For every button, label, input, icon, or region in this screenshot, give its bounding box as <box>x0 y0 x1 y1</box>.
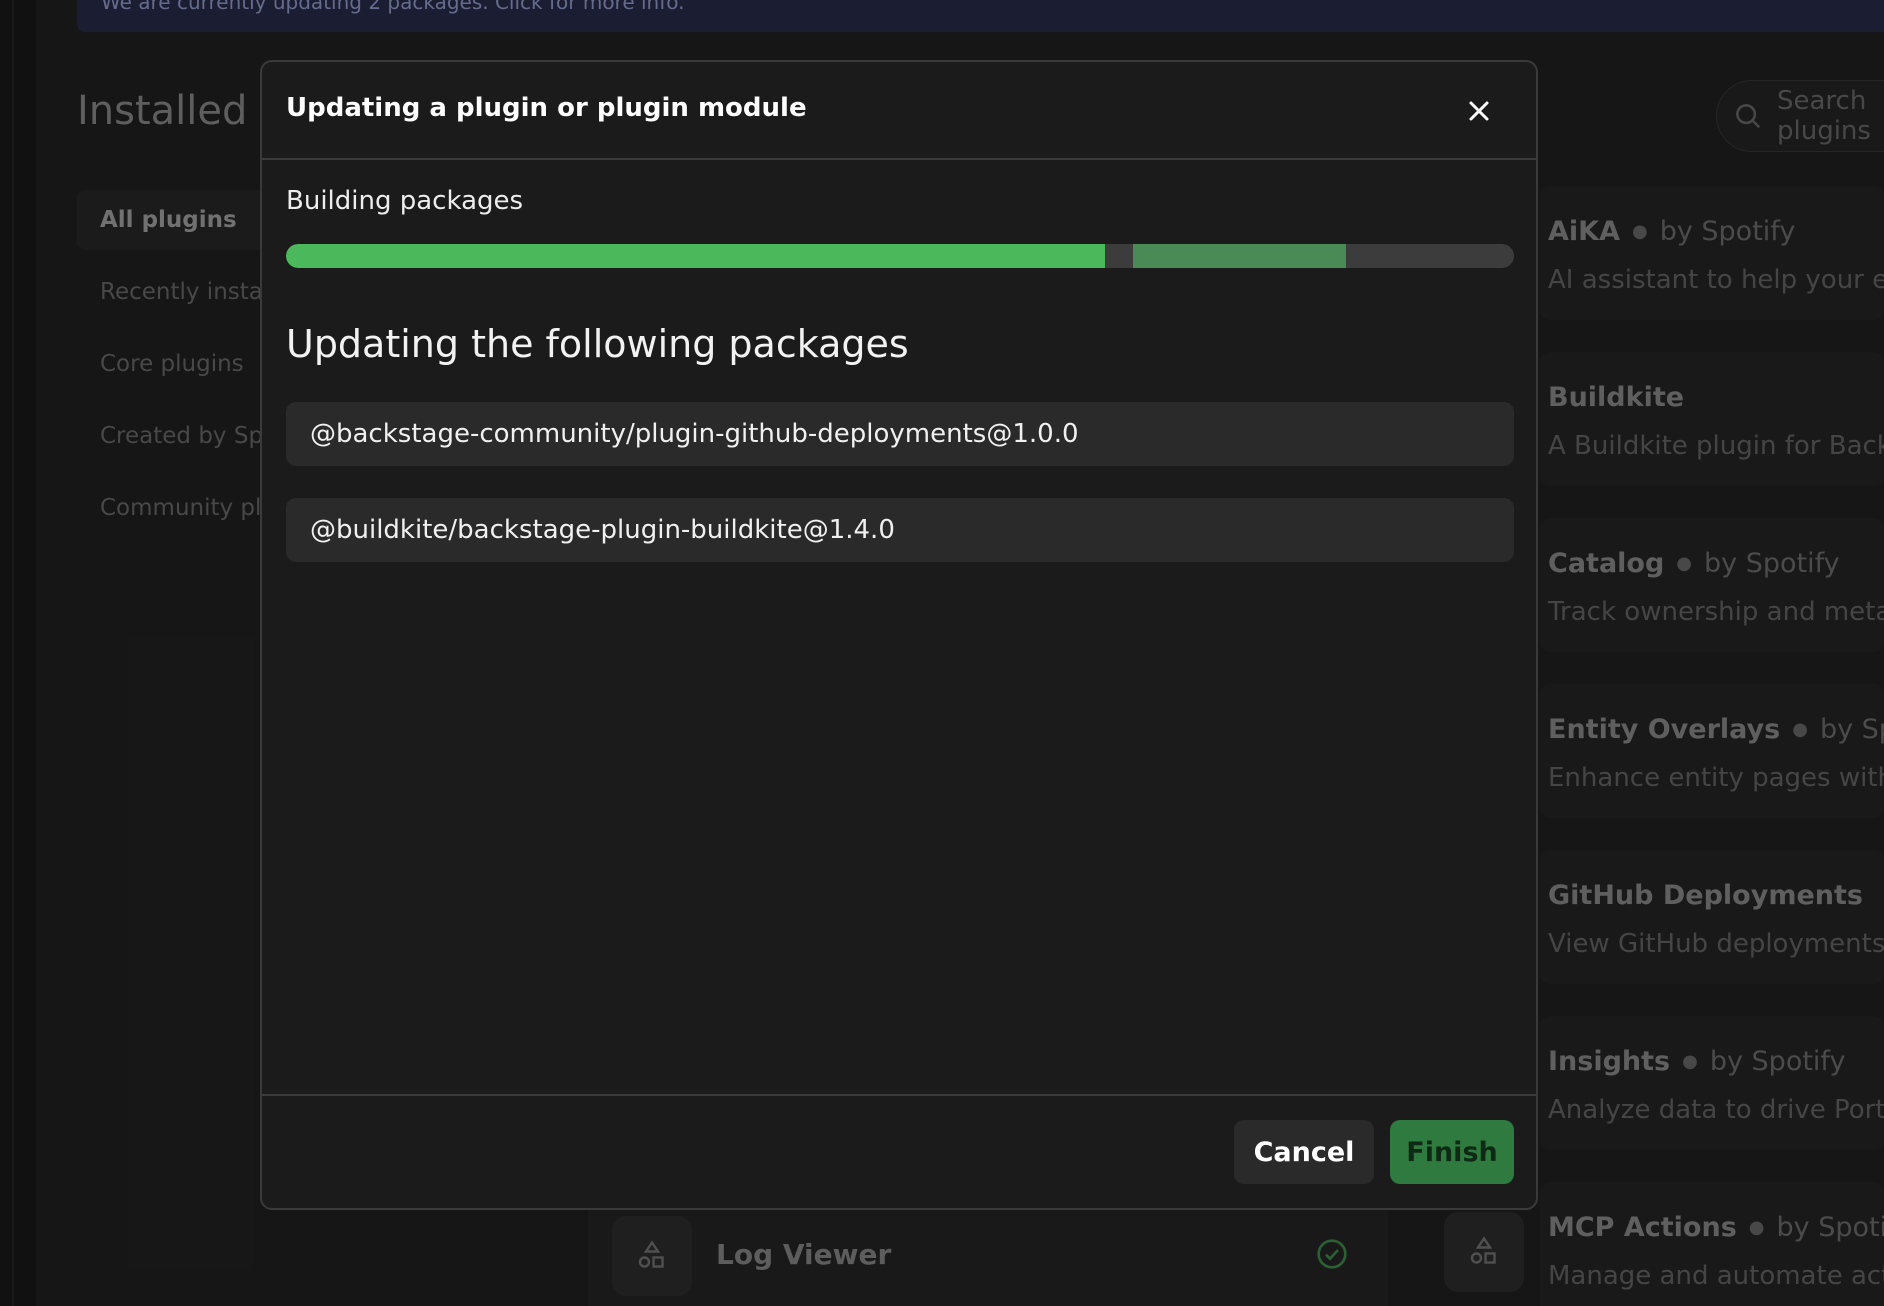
packages-heading: Updating the following packages <box>286 322 909 366</box>
close-button[interactable] <box>1462 94 1496 128</box>
cancel-button[interactable]: Cancel <box>1234 1120 1374 1184</box>
finish-button[interactable]: Finish <box>1390 1120 1514 1184</box>
dialog-header: Updating a plugin or plugin module <box>262 62 1536 160</box>
dialog-footer: Cancel Finish <box>262 1094 1536 1208</box>
close-icon <box>1469 101 1489 121</box>
dialog-body: Building packages Updating the following… <box>286 186 1514 562</box>
progress-bar <box>286 244 1514 268</box>
progress-fill-primary <box>286 244 1106 268</box>
package-item: @backstage-community/plugin-github-deplo… <box>286 402 1514 466</box>
dialog-title: Updating a plugin or plugin module <box>286 93 807 123</box>
progress-fill-secondary <box>1133 244 1346 268</box>
package-item: @buildkite/backstage-plugin-buildkite@1.… <box>286 498 1514 562</box>
update-dialog: Updating a plugin or plugin module Build… <box>260 60 1538 1210</box>
progress-status-label: Building packages <box>286 186 524 216</box>
